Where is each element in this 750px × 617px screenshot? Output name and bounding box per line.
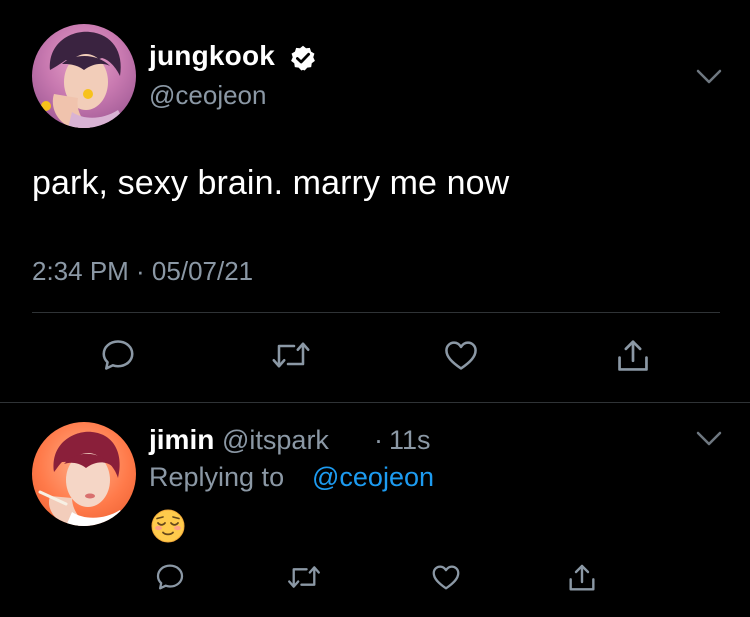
divider [0, 402, 750, 403]
separator: · [374, 425, 383, 455]
share-icon[interactable] [566, 561, 598, 595]
reply-icon[interactable] [154, 561, 186, 593]
main-tweet-actions [0, 336, 750, 376]
replying-label: Replying to [149, 462, 285, 492]
display-name[interactable]: jungkook [149, 40, 275, 72]
chevron-down-icon[interactable] [696, 69, 722, 85]
avatar[interactable] [32, 24, 136, 128]
like-icon[interactable] [441, 336, 481, 374]
tweet-timestamp[interactable]: 2:34 PM · 05/07/21 [32, 256, 253, 287]
reply-tweet-actions [0, 561, 750, 597]
retweet-icon[interactable] [286, 561, 322, 593]
main-tweet-header: jungkook @ceojeon [32, 24, 722, 128]
handle[interactable]: @ceojeon [149, 80, 266, 111]
display-name[interactable]: jimin [149, 424, 214, 456]
divider [32, 312, 720, 313]
avatar-photo-icon [38, 431, 130, 526]
like-icon[interactable] [429, 561, 463, 593]
chevron-down-icon[interactable] [696, 431, 722, 447]
avatar-photo-icon [38, 31, 128, 128]
replying-to-link[interactable]: @ceojeon [312, 462, 434, 493]
handle[interactable]: @itspark [222, 425, 329, 456]
avatar[interactable] [32, 422, 136, 526]
reply-icon[interactable] [99, 336, 137, 374]
verified-badge-icon [291, 45, 315, 71]
tweet-thread: jungkook @ceojeon park, sexy brain. marr… [0, 0, 750, 617]
relieved-face-emoji-icon [151, 509, 185, 543]
reply-time[interactable]: 11s [389, 425, 431, 456]
reply-tweet[interactable]: jimin @itspark · 11s Replying to @ceojeo… [32, 422, 722, 552]
tweet-text: park, sexy brain. marry me now [32, 164, 510, 202]
share-icon[interactable] [614, 336, 652, 376]
retweet-icon[interactable] [270, 336, 312, 374]
